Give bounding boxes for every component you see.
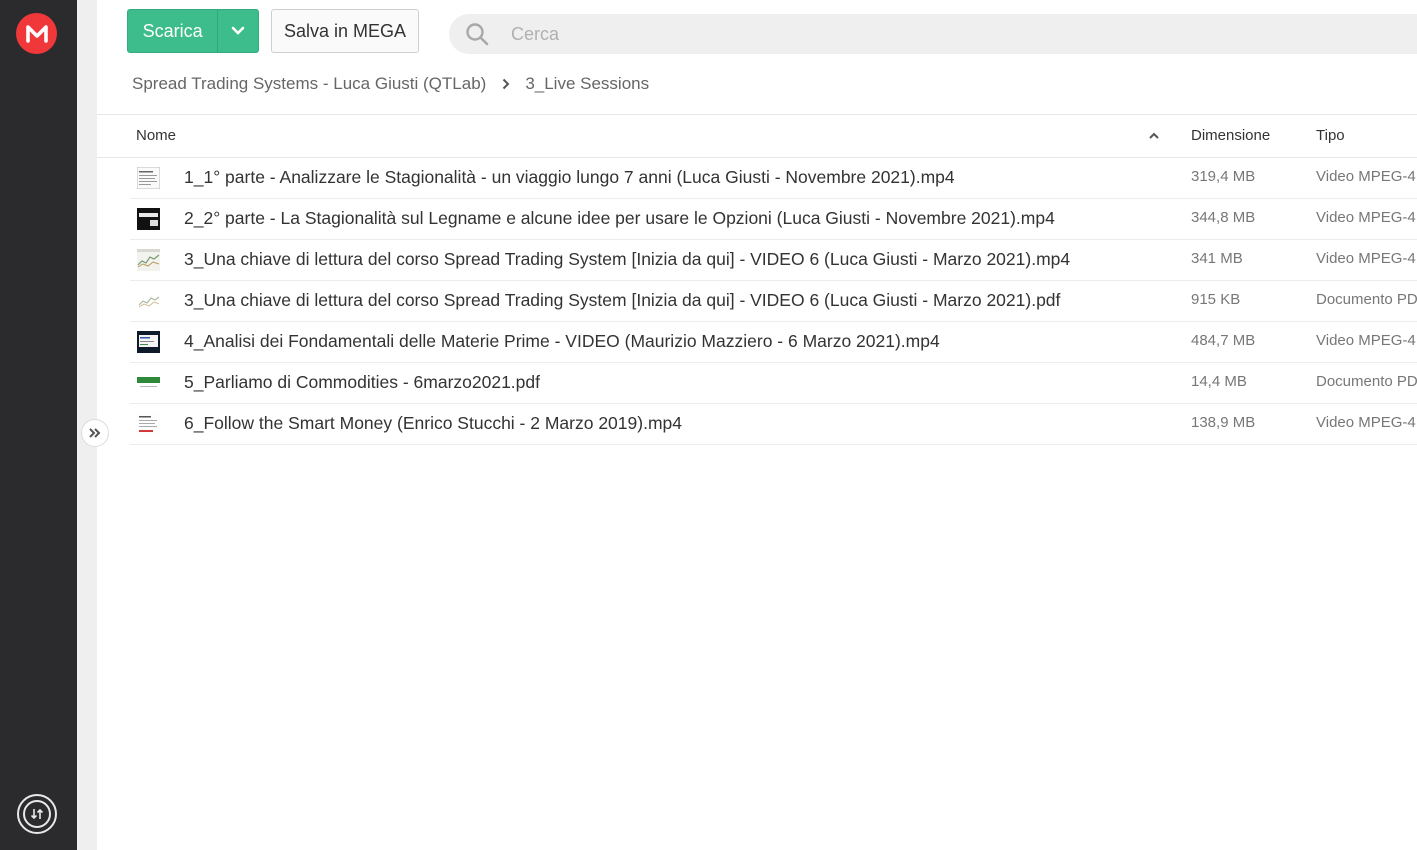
file-type: Video MPEG-4 (1316, 414, 1416, 431)
file-name[interactable]: 1_1° parte - Analizzare le Stagionalità … (184, 158, 955, 196)
chevron-down-icon[interactable] (217, 10, 258, 52)
table-row[interactable]: 4_Analisi dei Fondamentali delle Materie… (130, 322, 1417, 363)
file-name[interactable]: 3_Una chiave di lettura del corso Spread… (184, 281, 1060, 319)
file-name[interactable]: 3_Una chiave di lettura del corso Spread… (184, 240, 1070, 278)
file-name[interactable]: 6_Follow the Smart Money (Enrico Stucchi… (184, 404, 682, 442)
file-type: Video MPEG-4 (1316, 168, 1416, 185)
file-size: 484,7 MB (1191, 332, 1256, 349)
sort-ascending-icon[interactable] (1148, 128, 1160, 145)
search-input[interactable] (509, 22, 1313, 46)
chevron-right-icon (502, 78, 510, 90)
table-row[interactable]: 3_Una chiave di lettura del corso Spread… (130, 281, 1417, 322)
save-to-mega-button[interactable]: Salva in MEGA (271, 9, 419, 53)
breadcrumb: Spread Trading Systems - Luca Giusti (QT… (132, 72, 649, 96)
table-row[interactable]: 3_Una chiave di lettura del corso Spread… (130, 240, 1417, 281)
file-type: Video MPEG-4 (1316, 250, 1416, 267)
file-name[interactable]: 4_Analisi dei Fondamentali delle Materie… (184, 322, 940, 360)
search-icon (452, 22, 502, 46)
table-header: Nome Dimensione Tipo (97, 114, 1417, 158)
column-header-size[interactable]: Dimensione (1191, 127, 1270, 144)
file-thumbnail (137, 208, 160, 230)
download-button[interactable]: Scarica (127, 9, 259, 53)
expand-sidebar-icon[interactable] (81, 419, 109, 447)
file-thumbnail (137, 167, 160, 189)
file-size: 344,8 MB (1191, 209, 1256, 226)
file-thumbnail (137, 372, 160, 394)
breadcrumb-item-root[interactable]: Spread Trading Systems - Luca Giusti (QT… (132, 74, 486, 94)
table-row[interactable]: 6_Follow the Smart Money (Enrico Stucchi… (130, 404, 1417, 445)
file-table: Nome Dimensione Tipo 1_1° parte - Analiz… (97, 114, 1417, 445)
file-size: 319,4 MB (1191, 168, 1256, 185)
table-row[interactable]: 1_1° parte - Analizzare le Stagionalità … (130, 158, 1417, 199)
table-row[interactable]: 2_2° parte - La Stagionalità sul Legname… (130, 199, 1417, 240)
file-type: Documento PDF (1316, 373, 1417, 390)
file-size: 341 MB (1191, 250, 1243, 267)
file-size: 14,4 MB (1191, 373, 1247, 390)
left-rail (0, 0, 77, 850)
column-header-type[interactable]: Tipo (1316, 127, 1345, 144)
file-type: Video MPEG-4 (1316, 209, 1416, 226)
column-header-name[interactable]: Nome (136, 127, 176, 144)
file-type: Video MPEG-4 (1316, 332, 1416, 349)
transfer-manager-icon[interactable] (17, 794, 57, 834)
file-thumbnail (137, 290, 160, 312)
file-name[interactable]: 2_2° parte - La Stagionalità sul Legname… (184, 199, 1055, 237)
file-size: 915 KB (1191, 291, 1241, 308)
file-size: 138,9 MB (1191, 414, 1256, 431)
file-thumbnail (137, 331, 160, 353)
mega-logo-icon[interactable] (16, 13, 57, 54)
file-thumbnail (137, 249, 160, 271)
search-bar (449, 14, 1417, 54)
file-type: Documento PDF (1316, 291, 1417, 308)
table-row[interactable]: 5_Parliamo di Commodities - 6marzo2021.p… (130, 363, 1417, 404)
file-name[interactable]: 5_Parliamo di Commodities - 6marzo2021.p… (184, 363, 540, 401)
file-thumbnail (137, 413, 160, 435)
download-button-label: Scarica (142, 20, 203, 41)
breadcrumb-item-current[interactable]: 3_Live Sessions (525, 74, 649, 94)
